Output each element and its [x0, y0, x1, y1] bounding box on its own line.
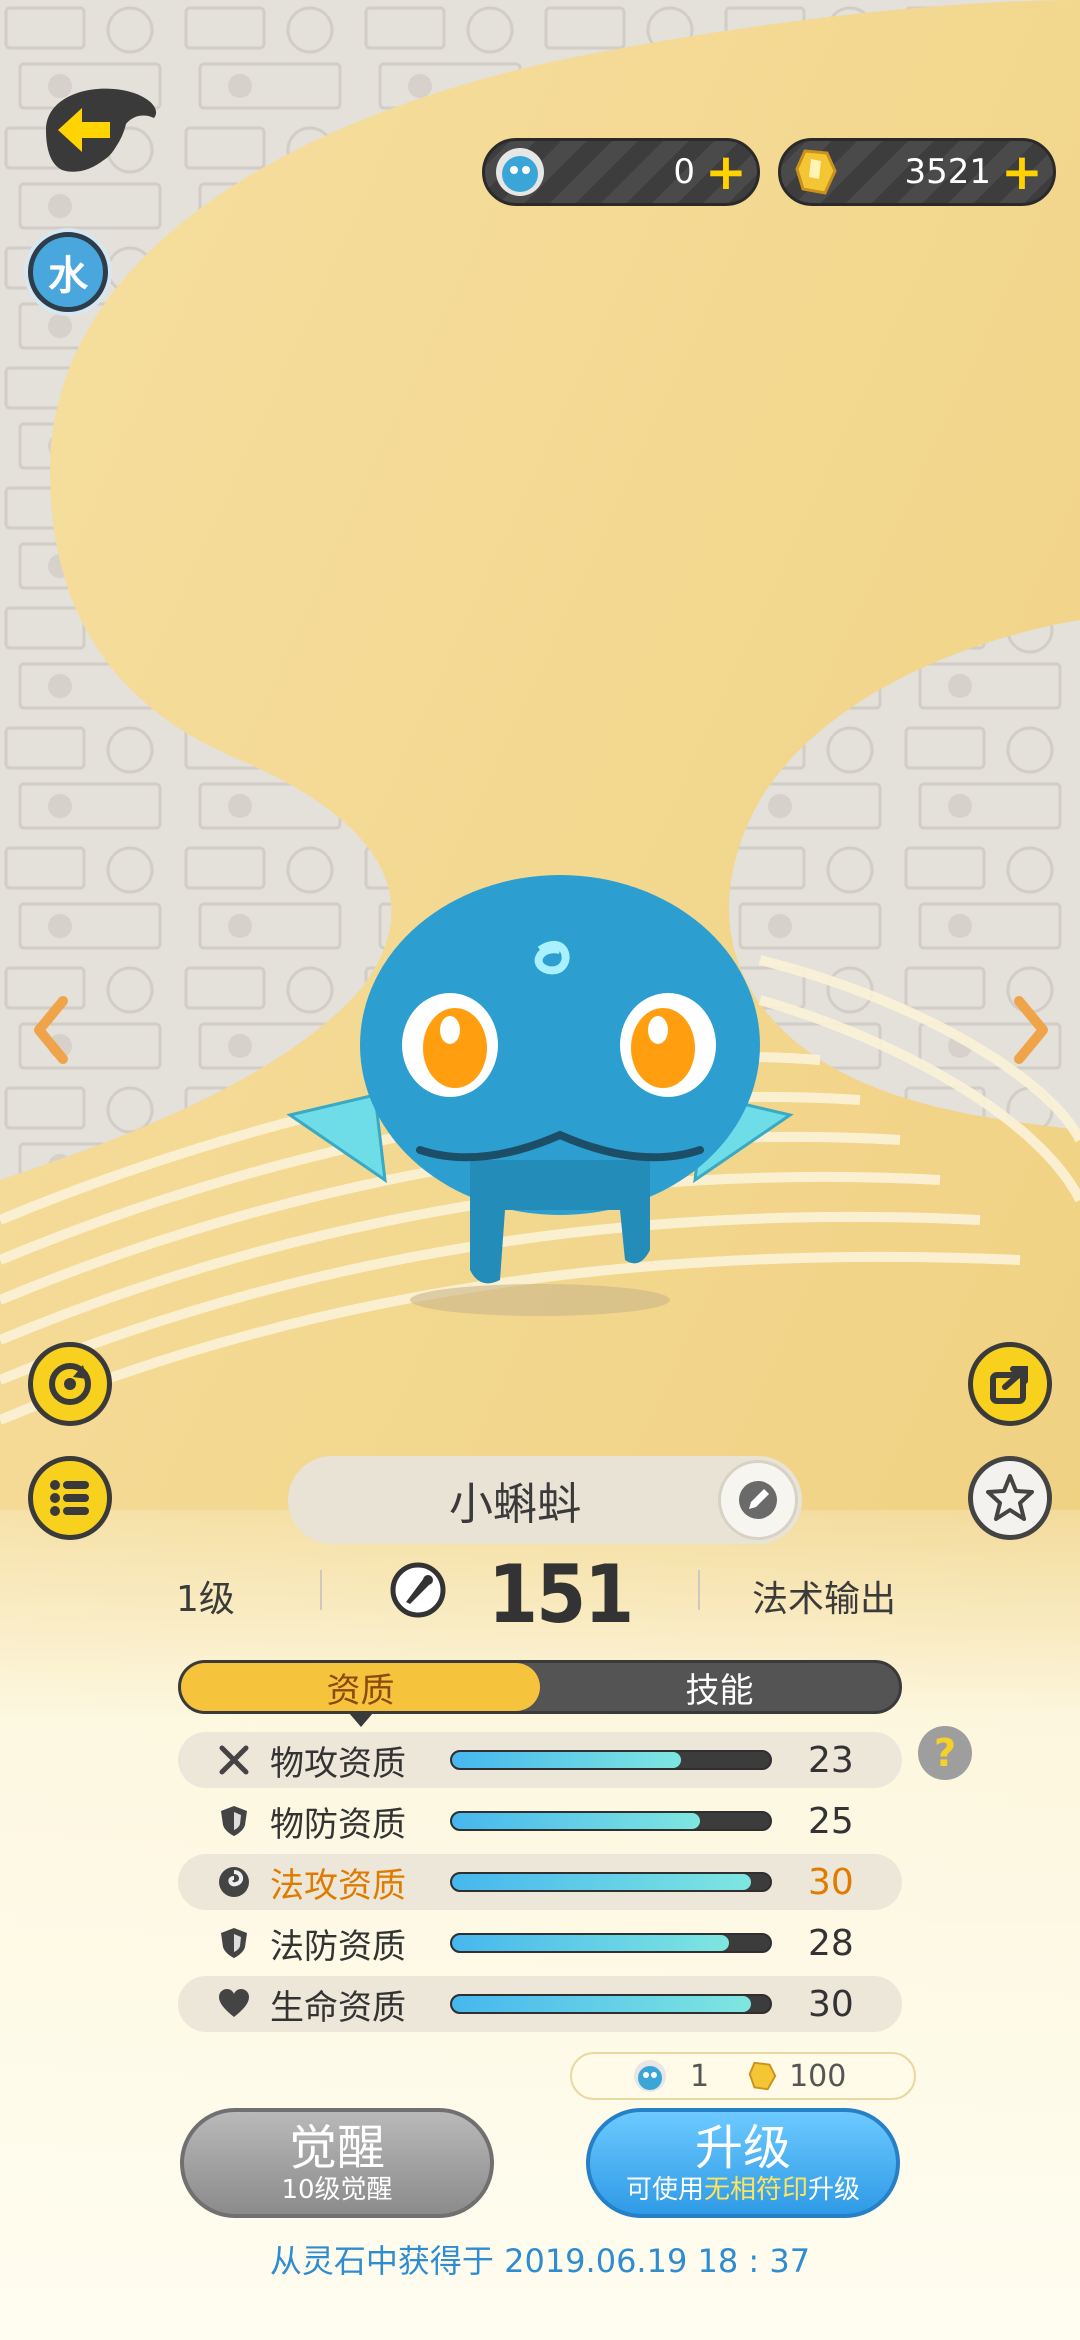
upgrade-sub: 可使用无相符印升级	[626, 2175, 860, 2205]
stat-bar-fill	[452, 1813, 701, 1829]
gold-crystal-icon	[787, 143, 845, 201]
pet-name: 小蝌蚪	[449, 1479, 581, 1530]
pet-role: 法术输出	[752, 1579, 897, 1620]
rename-button[interactable]	[718, 1460, 798, 1540]
heart-icon	[214, 1984, 254, 2024]
upgrade-label: 升级	[694, 2120, 791, 2176]
divider	[698, 1570, 700, 1610]
chevron-left-icon	[34, 996, 68, 1064]
upgrade-sub-pre: 可使用	[625, 2175, 704, 2205]
blue-orb-icon	[634, 2060, 666, 2092]
currency-crystal[interactable]: 3521 +	[778, 138, 1056, 206]
share-button[interactable]	[968, 1342, 1052, 1426]
stat-value: 23	[808, 1739, 854, 1781]
add-orb-icon[interactable]: +	[705, 147, 747, 197]
orb-count: 0	[673, 152, 695, 192]
stat-bar	[450, 1872, 772, 1892]
refresh-button[interactable]	[28, 1342, 112, 1426]
divider	[320, 1570, 322, 1610]
prev-pet-button[interactable]	[26, 990, 76, 1070]
stat-label: 物防资质	[270, 1804, 406, 1845]
stat-bar	[450, 1933, 772, 1953]
orb-cost: 1	[690, 2058, 710, 2094]
pet-level: 1级	[176, 1579, 235, 1620]
favorite-button[interactable]	[968, 1456, 1052, 1540]
awaken-sub: 10级觉醒	[281, 2175, 393, 2205]
tab-aptitude[interactable]: 资质	[181, 1663, 540, 1727]
crystal-count: 3521	[904, 152, 991, 192]
refresh-icon	[49, 1363, 91, 1405]
stat-label: 生命资质	[270, 1987, 406, 2028]
stat-value: 28	[808, 1922, 854, 1964]
obtain-info: 从灵石中获得于 2019.06.19 18 : 37	[269, 2242, 811, 2280]
detail-tabs: 资质 技能	[178, 1660, 902, 1727]
stat-row: 法防资质 28	[178, 1915, 902, 1971]
stat-label: 法防资质	[270, 1926, 406, 1967]
shield-icon	[214, 1801, 254, 1841]
add-crystal-icon[interactable]: +	[1001, 147, 1043, 197]
stat-bar	[450, 1750, 772, 1770]
awaken-label: 觉醒	[288, 2120, 385, 2176]
stat-value: 30	[808, 1861, 854, 1903]
stat-row: 物防资质 25	[178, 1793, 902, 1849]
stat-bar-fill	[452, 1874, 751, 1890]
chevron-right-icon	[1014, 996, 1048, 1064]
stat-bar	[450, 1811, 772, 1831]
stat-bar-fill	[452, 1752, 681, 1768]
stat-label: 法攻资质	[270, 1865, 406, 1906]
magic-swirl-icon	[214, 1862, 254, 1902]
stat-label: 物攻资质	[270, 1743, 406, 1784]
pet-name-pill: 小蝌蚪	[288, 1456, 802, 1544]
tab-skills[interactable]: 技能	[540, 1663, 899, 1711]
crystal-cost: 100	[789, 2058, 847, 2094]
list-button[interactable]	[28, 1456, 112, 1540]
shield-icon	[214, 1923, 254, 1963]
upgrade-button[interactable]: 升级 可使用无相符印升级	[586, 2108, 900, 2218]
stat-bar-fill	[452, 1996, 751, 2012]
upgrade-cost: 1 100	[570, 2052, 916, 2100]
stat-bar-fill	[452, 1935, 729, 1951]
sword-cross-icon	[214, 1740, 254, 1780]
stat-value: 25	[808, 1800, 854, 1842]
blue-orb-icon	[491, 143, 549, 201]
upgrade-sub-post: 升级	[808, 2175, 861, 2205]
list-icon	[50, 1480, 89, 1516]
stat-row: 法攻资质 30	[178, 1854, 902, 1910]
back-button[interactable]	[26, 78, 166, 182]
pet-summary-row: 1级 151 法术输出	[0, 1548, 1080, 1641]
stat-bar	[450, 1994, 772, 2014]
stat-row: 物攻资质 23	[178, 1732, 902, 1788]
element-badge: 水	[28, 232, 108, 312]
stat-value: 30	[808, 1983, 854, 2025]
upgrade-sub-item: 无相符印	[703, 2175, 808, 2205]
next-pet-button[interactable]	[1006, 990, 1056, 1070]
gold-crystal-icon	[748, 2061, 777, 2091]
star-icon	[986, 1474, 1034, 1521]
help-button[interactable]: ?	[918, 1726, 972, 1780]
arrow-left-icon	[46, 88, 157, 172]
combat-power-icon	[390, 1562, 446, 1618]
stat-row: 生命资质 30	[178, 1976, 902, 2032]
currency-orb[interactable]: 0 +	[482, 138, 760, 206]
combat-power-value: 151	[488, 1548, 634, 1641]
pencil-icon	[739, 1481, 777, 1519]
awaken-button[interactable]: 觉醒 10级觉醒	[180, 2108, 494, 2218]
share-icon	[990, 1366, 1028, 1404]
